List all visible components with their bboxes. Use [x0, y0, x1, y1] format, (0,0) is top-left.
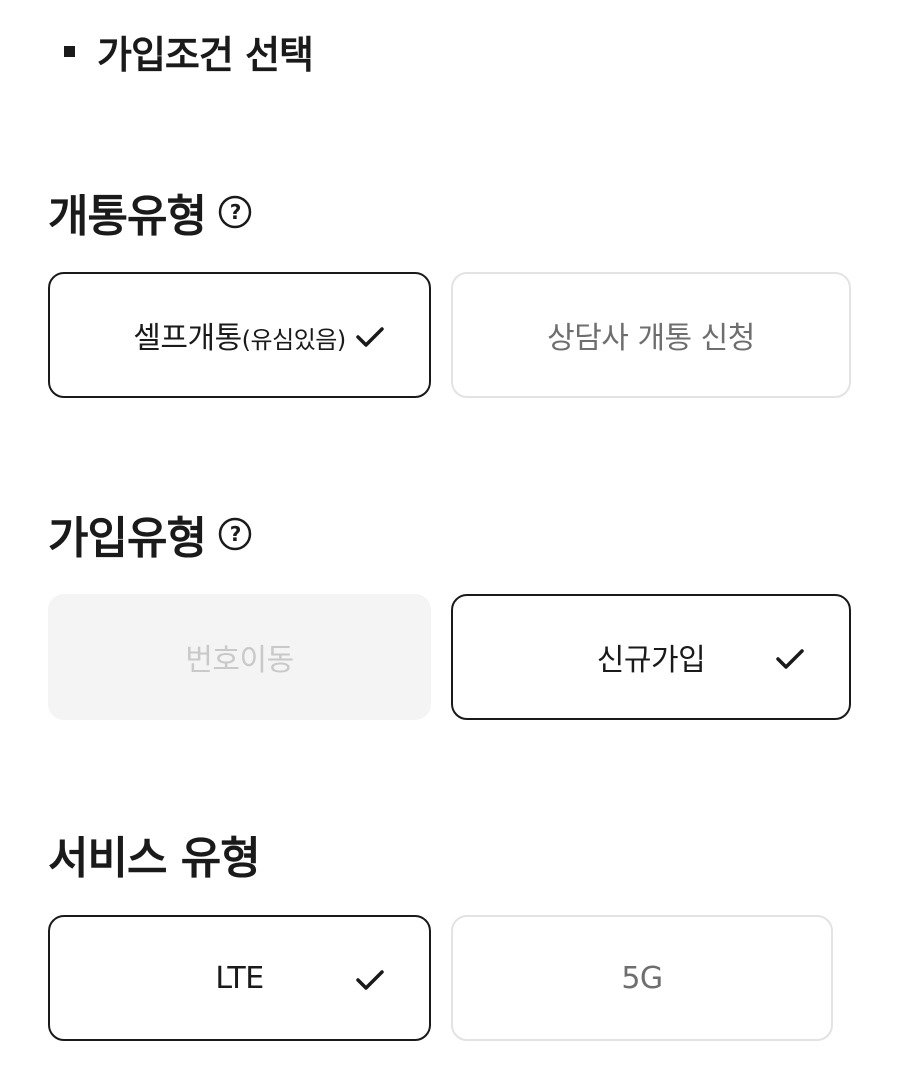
- page-header: 가입조건 선택: [64, 24, 314, 79]
- option-label: 5G: [621, 960, 663, 996]
- option-lte[interactable]: LTE: [48, 915, 431, 1041]
- check-icon: [356, 327, 384, 347]
- section-title-label: 개통유형: [48, 191, 207, 242]
- page-title: 가입조건 선택: [97, 33, 314, 77]
- question-circle-icon[interactable]: ?: [218, 517, 252, 551]
- option-label: 번호이동: [185, 643, 294, 678]
- option-label: 신규가입: [596, 643, 706, 678]
- check-icon: [356, 970, 384, 990]
- option-label: 셀프개통(유심있음): [133, 321, 346, 356]
- square-bullet-icon: [64, 46, 75, 57]
- option-self-activation[interactable]: 셀프개통(유심있음): [48, 272, 431, 398]
- section-title-service-type: 서비스 유형: [48, 822, 261, 886]
- option-agent-activation[interactable]: 상담사 개통 신청: [451, 272, 851, 398]
- question-circle-icon[interactable]: ?: [218, 195, 252, 229]
- option-number-transfer: 번호이동: [48, 594, 431, 720]
- option-label: 상담사 개통 신청: [547, 321, 755, 356]
- option-label: LTE: [215, 960, 264, 996]
- svg-text:?: ?: [230, 522, 241, 546]
- section-title-label: 서비스 유형: [48, 833, 261, 884]
- section-title-label: 가입유형: [48, 513, 207, 564]
- section-title-subscription-type: 가입유형 ?: [48, 502, 252, 566]
- check-icon: [776, 649, 804, 669]
- section-title-activation-type: 개통유형 ?: [48, 180, 252, 244]
- option-5g[interactable]: 5G: [451, 915, 833, 1041]
- svg-text:?: ?: [230, 200, 241, 224]
- option-new-subscription[interactable]: 신규가입: [451, 594, 851, 720]
